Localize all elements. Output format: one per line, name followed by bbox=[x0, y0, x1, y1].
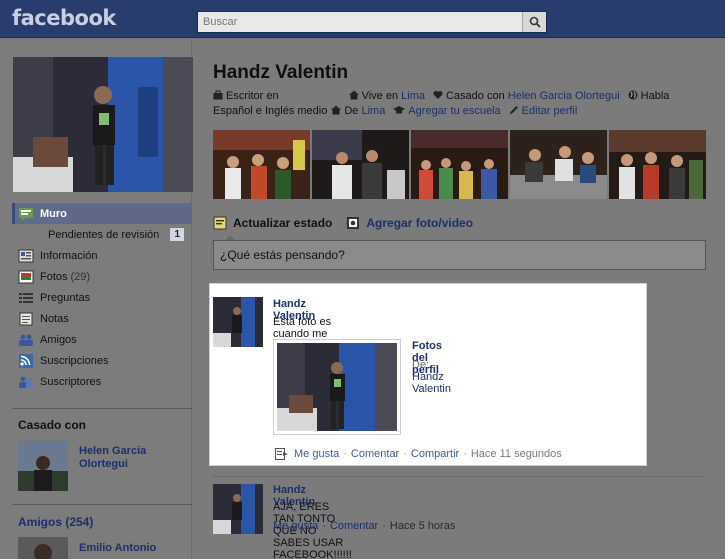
add-school-link[interactable]: Agregar tu escuela bbox=[393, 104, 501, 119]
sidebar-item-photos[interactable]: Fotos (29) bbox=[12, 266, 192, 287]
share-button[interactable]: Compartir bbox=[411, 448, 459, 460]
subscribers-icon bbox=[19, 376, 33, 388]
sidebar-item-subscribers[interactable]: Suscriptores bbox=[12, 371, 192, 392]
home-icon bbox=[348, 90, 359, 100]
profile-picture[interactable] bbox=[13, 57, 193, 192]
like-share-icon bbox=[275, 448, 288, 460]
subscriptions-icon bbox=[19, 353, 33, 368]
post-attachment-photo[interactable] bbox=[273, 339, 401, 435]
comment-button[interactable]: Comentar bbox=[351, 448, 399, 460]
spouse-link[interactable]: Helen Garcia Olortegui bbox=[508, 90, 620, 102]
heart-icon bbox=[433, 91, 443, 99]
info-job: Escritor en bbox=[213, 89, 279, 104]
info-married: Casado con Helen Garcia Olortegui bbox=[433, 89, 620, 104]
spouse-picture[interactable] bbox=[18, 441, 68, 491]
post-actions: Me gusta · Comentar · Hace 5 horas bbox=[273, 520, 456, 532]
married-title: Casado con bbox=[18, 418, 87, 432]
pencil-icon bbox=[509, 106, 518, 114]
wall-icon bbox=[19, 207, 33, 221]
camera-photo-icon bbox=[347, 217, 360, 229]
home-icon bbox=[331, 105, 342, 115]
friend-picture[interactable] bbox=[18, 537, 68, 559]
status-input[interactable]: ¿Qué estás pensando? bbox=[213, 240, 706, 270]
facebook-logo[interactable]: facebook bbox=[12, 6, 116, 30]
sidebar-item-info[interactable]: Información bbox=[12, 245, 192, 266]
globe-icon bbox=[628, 90, 638, 100]
from-city-link[interactable]: Lima bbox=[361, 105, 385, 117]
info-speaks: Habla bbox=[628, 89, 669, 104]
status-pencil-icon bbox=[213, 216, 227, 230]
friends-title[interactable]: Amigos (254) bbox=[18, 515, 93, 529]
questions-icon bbox=[19, 292, 33, 303]
profile-name: Handz Valentin bbox=[213, 62, 349, 83]
sidebar-divider bbox=[12, 504, 192, 505]
tab-update-status[interactable]: Actualizar estado bbox=[213, 216, 332, 230]
sidebar-item-wall[interactable]: Muro bbox=[12, 203, 192, 224]
sidebar-item-friends[interactable]: Amigos bbox=[12, 329, 192, 350]
briefcase-icon bbox=[213, 90, 223, 100]
attachment-from: De: Handz Valentin bbox=[412, 359, 451, 395]
pending-count-badge: 1 bbox=[170, 228, 184, 241]
tab-add-photo-video[interactable]: Agregar foto/video bbox=[346, 216, 473, 230]
post-author-avatar[interactable] bbox=[213, 484, 263, 534]
photos-icon bbox=[18, 270, 34, 283]
info-icon bbox=[18, 249, 34, 262]
recent-photo[interactable] bbox=[411, 130, 508, 199]
post-timestamp[interactable]: Hace 5 horas bbox=[390, 520, 455, 532]
photo-strip bbox=[213, 130, 706, 199]
recent-photo[interactable] bbox=[510, 130, 607, 199]
profile-nav: Muro Pendientes de revisión 1 Informació… bbox=[12, 203, 192, 392]
sidebar-item-subscriptions[interactable]: Suscripciones bbox=[12, 350, 192, 371]
search-box bbox=[197, 11, 547, 33]
post-divider bbox=[213, 476, 706, 477]
profile-info: Escritor en Vive en Lima Casado con Hele… bbox=[213, 89, 693, 119]
search-button[interactable] bbox=[522, 12, 546, 32]
graduation-cap-icon bbox=[393, 106, 406, 114]
recent-photo[interactable] bbox=[213, 130, 310, 199]
sidebar-item-questions[interactable]: Preguntas bbox=[12, 287, 192, 308]
search-icon bbox=[529, 16, 541, 28]
left-sidebar: Muro Pendientes de revisión 1 Informació… bbox=[0, 39, 193, 559]
post-author-avatar[interactable] bbox=[213, 297, 263, 347]
info-from: De Lima bbox=[331, 104, 385, 119]
sidebar-divider bbox=[12, 408, 192, 409]
post-timestamp[interactable]: Hace 11 segundos bbox=[471, 448, 562, 460]
info-languages: Español e Inglés medio bbox=[213, 105, 328, 117]
comment-button[interactable]: Comentar bbox=[330, 520, 378, 532]
composer-tabs: Actualizar estado Agregar foto/video bbox=[213, 214, 487, 232]
edit-profile-link[interactable]: Editar perfil bbox=[509, 104, 577, 119]
like-button[interactable]: Me gusta bbox=[273, 520, 318, 532]
attachment-from-link[interactable]: Handz Valentin bbox=[412, 371, 451, 395]
friends-icon bbox=[19, 334, 33, 346]
spouse-name[interactable]: Helen Garcia Olortegui bbox=[79, 445, 179, 471]
sidebar-item-notes[interactable]: Notas bbox=[12, 308, 192, 329]
top-bar: facebook bbox=[0, 0, 725, 38]
sidebar-item-pending-review[interactable]: Pendientes de revisión 1 bbox=[12, 224, 192, 245]
notes-icon bbox=[19, 312, 33, 325]
recent-photo[interactable] bbox=[609, 130, 706, 199]
like-button[interactable]: Me gusta bbox=[294, 448, 339, 460]
friend-name[interactable]: Emilio Antonio bbox=[79, 542, 156, 554]
post-actions: Me gusta · Comentar · Compartir · Hace 1… bbox=[275, 448, 562, 460]
recent-photo[interactable] bbox=[312, 130, 409, 199]
search-input[interactable] bbox=[198, 12, 523, 32]
info-lives: Vive en Lima bbox=[348, 89, 425, 104]
lives-city-link[interactable]: Lima bbox=[401, 90, 425, 102]
